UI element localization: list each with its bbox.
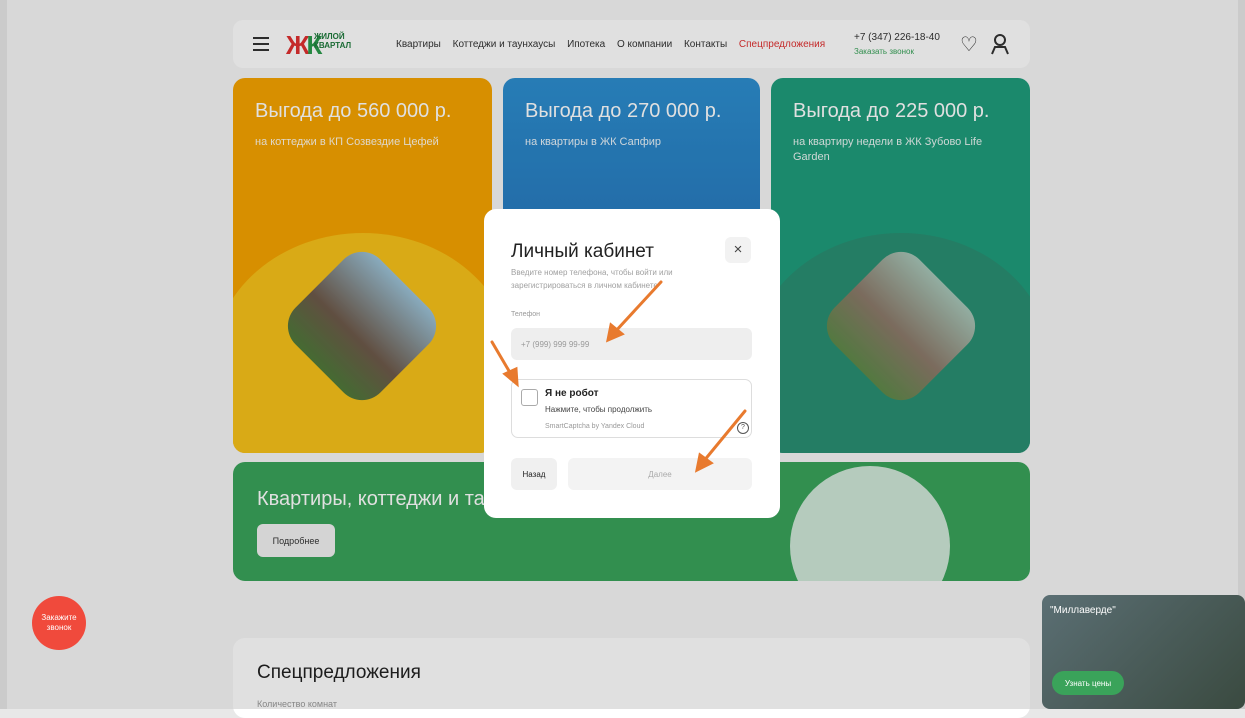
annotation-arrowhead-next xyxy=(694,452,714,473)
promo-widget[interactable]: "Миллаверде" Узнать цены xyxy=(1042,595,1245,709)
annotation-arrow-next xyxy=(701,409,747,464)
get-prices-button[interactable]: Узнать цены xyxy=(1052,671,1124,695)
order-call-button[interactable]: Закажите звонок xyxy=(32,596,86,650)
annotation-arrow-phone xyxy=(612,280,663,335)
annotation-arrowhead-captcha xyxy=(502,366,519,388)
widget-title: "Миллаверде" xyxy=(1050,605,1116,616)
